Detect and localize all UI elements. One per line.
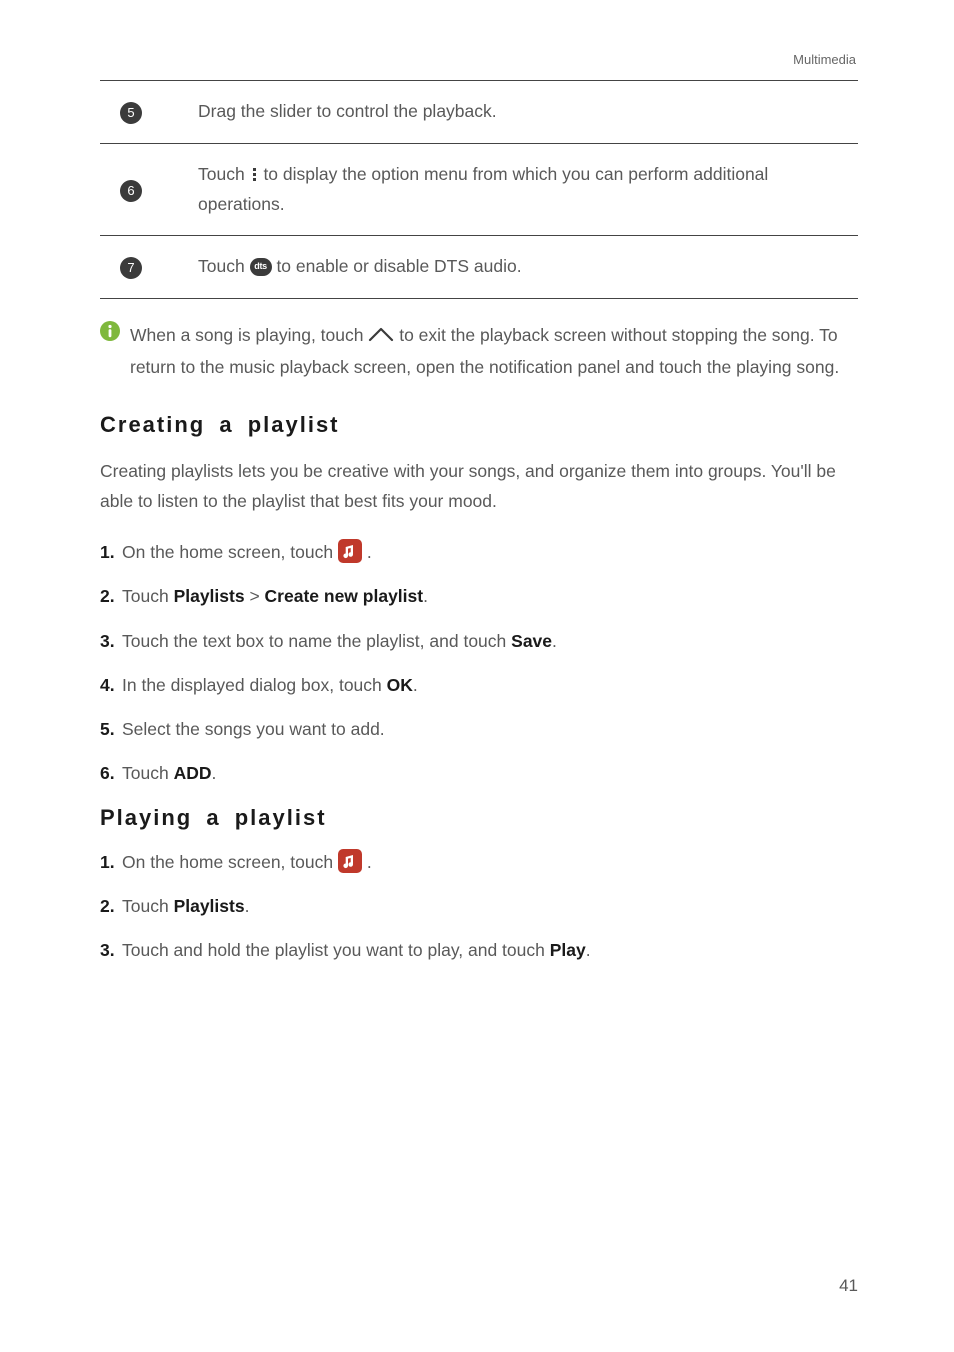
- list-item: 2. Touch Playlists > Create new playlist…: [100, 583, 858, 609]
- step-text: Touch: [122, 896, 174, 916]
- ui-label-playlists: Playlists: [174, 586, 245, 606]
- step-text: .: [367, 542, 372, 562]
- step-number: 5.: [100, 716, 115, 742]
- row-5-text: Drag the slider to control the playback.: [190, 81, 858, 144]
- list-item: 4. In the displayed dialog box, touch OK…: [100, 672, 858, 698]
- step-number: 2.: [100, 893, 115, 919]
- step-text: On the home screen, touch: [122, 852, 338, 872]
- home-outline-icon: [368, 326, 394, 342]
- step-text: In the displayed dialog box, touch: [122, 675, 387, 695]
- table-row: 6 Touch to display the option menu from …: [100, 143, 858, 236]
- list-item: 1. On the home screen, touch .: [100, 539, 858, 565]
- list-item: 2. Touch Playlists.: [100, 893, 858, 919]
- header-section-label: Multimedia: [793, 52, 856, 67]
- step-text: .: [245, 896, 250, 916]
- overflow-menu-icon: [253, 168, 256, 181]
- step-text: .: [413, 675, 418, 695]
- ui-label-ok: OK: [387, 675, 413, 695]
- list-item: 3. Touch the text box to name the playli…: [100, 628, 858, 654]
- step-text: Touch: [122, 586, 174, 606]
- step-number: 2.: [100, 583, 115, 609]
- info-icon: [100, 321, 120, 341]
- step-text: .: [586, 940, 591, 960]
- step-text: .: [423, 586, 428, 606]
- ui-label-save: Save: [511, 631, 552, 651]
- callout-badge-5: 5: [120, 102, 142, 124]
- info-text-before: When a song is playing, touch: [130, 325, 368, 345]
- ui-label-add: ADD: [174, 763, 212, 783]
- list-item: 5. Select the songs you want to add.: [100, 716, 858, 742]
- step-number: 1.: [100, 539, 115, 565]
- heading-creating-playlist: Creating a playlist: [100, 412, 858, 438]
- step-text: On the home screen, touch: [122, 542, 338, 562]
- step-number: 1.: [100, 849, 115, 875]
- info-note: When a song is playing, touch to exit th…: [100, 319, 858, 384]
- step-number: 6.: [100, 760, 115, 786]
- dts-icon: dts: [250, 258, 272, 276]
- step-number: 4.: [100, 672, 115, 698]
- step-text: Touch and hold the playlist you want to …: [122, 940, 550, 960]
- list-item: 3. Touch and hold the playlist you want …: [100, 937, 858, 963]
- callout-badge-6: 6: [120, 180, 142, 202]
- music-app-icon: [338, 849, 362, 873]
- callout-badge-7: 7: [120, 257, 142, 279]
- step-text: Select the songs you want to add.: [122, 719, 385, 739]
- table-row: 7 Touch dts to enable or disable DTS aud…: [100, 236, 858, 299]
- step-text: .: [552, 631, 557, 651]
- step-text: .: [211, 763, 216, 783]
- creating-lead-text: Creating playlists lets you be creative …: [100, 456, 858, 517]
- row-6-text-after: to display the option menu from which yo…: [198, 164, 768, 214]
- list-item: 1. On the home screen, touch .: [100, 849, 858, 875]
- page-number: 41: [839, 1276, 858, 1296]
- controls-table: 5 Drag the slider to control the playbac…: [100, 80, 858, 299]
- music-app-icon: [338, 539, 362, 563]
- list-item: 6. Touch ADD.: [100, 760, 858, 786]
- step-text: >: [245, 586, 265, 606]
- table-row: 5 Drag the slider to control the playbac…: [100, 81, 858, 144]
- creating-steps: 1. On the home screen, touch . 2. Touch …: [100, 539, 858, 787]
- heading-playing-playlist: Playing a playlist: [100, 805, 858, 831]
- playing-steps: 1. On the home screen, touch . 2. Touch …: [100, 849, 858, 964]
- row-7-text-after: to enable or disable DTS audio.: [276, 256, 521, 276]
- row-7-text-before: Touch: [198, 256, 250, 276]
- step-text: Touch: [122, 763, 174, 783]
- step-number: 3.: [100, 628, 115, 654]
- step-text: Touch the text box to name the playlist,…: [122, 631, 511, 651]
- row-6-text-before: Touch: [198, 164, 250, 184]
- step-text: .: [367, 852, 372, 872]
- ui-label-play: Play: [550, 940, 586, 960]
- step-number: 3.: [100, 937, 115, 963]
- ui-label-create-new-playlist: Create new playlist: [265, 586, 424, 606]
- ui-label-playlists: Playlists: [174, 896, 245, 916]
